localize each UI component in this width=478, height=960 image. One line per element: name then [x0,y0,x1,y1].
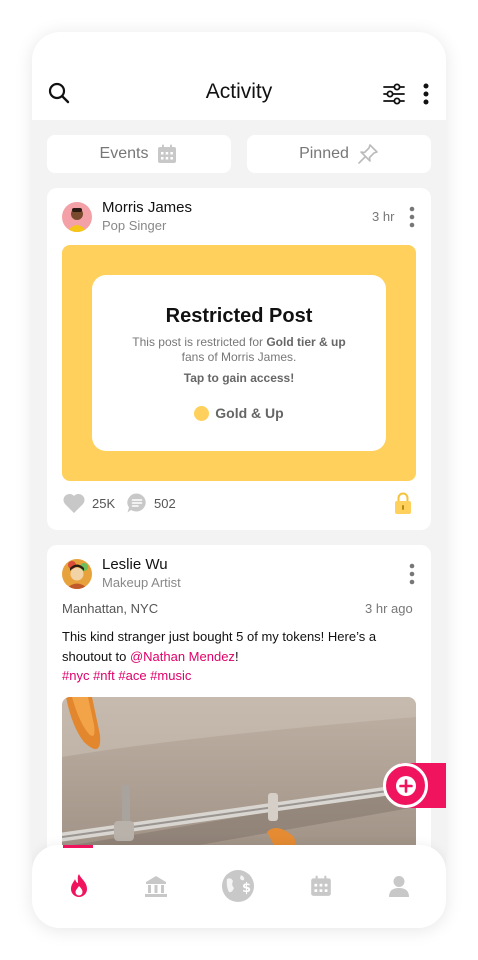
tab-pinned[interactable]: Pinned [247,135,431,173]
author-role: Pop Singer [102,218,167,233]
calendar-icon [311,875,331,896]
header: Activity [32,32,446,120]
tab-events-label: Events [99,145,149,162]
post-menu-icon[interactable] [409,206,415,228]
post-hashtags[interactable]: #nyc #nft #ace #music [62,668,191,683]
post-time: 3 hr [372,209,395,224]
nav-item-profile[interactable] [382,869,416,903]
bank-icon [145,876,167,897]
heart-icon[interactable] [62,492,86,514]
tier-label: Gold & Up [215,405,284,421]
user-mention-link[interactable]: @Nathan Mendez [130,649,235,664]
profile-icon [389,876,409,897]
post-location: Manhattan, NYC [62,601,159,616]
plus-icon [395,775,416,796]
nav-item-calendar[interactable] [304,869,338,903]
author-name[interactable]: Morris James [102,199,192,216]
restricted-description: This post is restricted for Gold tier & … [126,335,352,365]
post-time: 3 hr ago [365,601,413,616]
tap-to-access-text[interactable]: Tap to gain access! [92,371,386,385]
nav-item-activity[interactable] [62,869,96,903]
calendar-icon [158,144,177,163]
restricted-desc-text-end: fans of Morris James. [181,350,297,364]
lock-icon [395,492,411,514]
restricted-desc-text: This post is restricted for [132,335,267,349]
like-stat[interactable]: 25K [62,492,115,514]
tab-events[interactable]: Events [47,135,231,173]
globe-dollar-icon: $ [222,870,254,902]
author-name[interactable]: Leslie Wu [102,556,168,573]
avatar[interactable] [62,559,92,589]
bottom-navigation: $ [32,845,446,928]
fire-icon [71,874,87,897]
post-text: This kind stranger just bought 5 of my t… [62,627,407,667]
active-tab-indicator [63,845,93,848]
like-count: 25K [92,495,116,511]
comment-count: 502 [154,495,176,511]
restricted-post-banner[interactable]: Restricted Post This post is restricted … [62,245,416,481]
comment-icon[interactable] [126,492,148,514]
avatar[interactable] [62,202,92,232]
tab-pinned-label: Pinned [299,145,349,162]
post-text-end: ! [234,649,239,664]
pin-icon [358,144,378,164]
filter-sliders-icon[interactable] [382,82,406,106]
nav-item-bank[interactable] [139,869,173,903]
gold-dot-icon [194,405,210,421]
create-post-button[interactable] [383,763,428,808]
restricted-post-card[interactable]: Restricted Post This post is restricted … [92,275,386,451]
post-card[interactable]: Morris James Pop Singer 3 hr Restricted … [47,188,431,530]
author-role: Makeup Artist [102,575,181,590]
restricted-title: Restricted Post [165,305,313,327]
svg-text:$: $ [242,881,251,896]
tier-badge: Gold & Up [92,405,386,421]
nav-item-exchange[interactable]: $ [221,869,255,903]
more-options-icon[interactable] [422,82,430,106]
post-menu-icon[interactable] [409,563,415,585]
comment-stat[interactable]: 502 [126,492,176,514]
phone-screen: Activity Events Pinned Morris James Pop … [32,32,446,928]
restricted-desc-tier: Gold tier & up [266,335,346,349]
